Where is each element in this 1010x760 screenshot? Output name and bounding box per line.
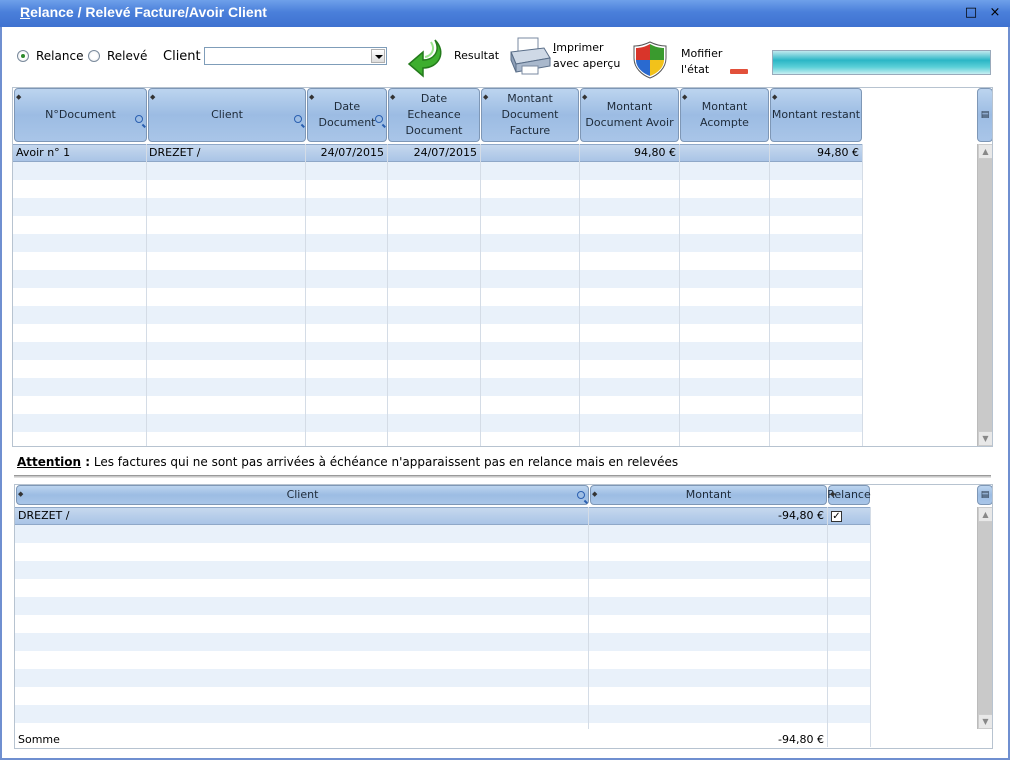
empty-row [15,669,871,687]
relance-radio-label: Relance [36,49,84,63]
table-row[interactable]: Avoir n° 1 DREZET / 24/07/2015 24/07/201… [13,144,863,162]
imprimer-button[interactable]: Imprimer [553,41,604,54]
empty-row [13,162,863,180]
search-icon[interactable] [375,115,383,123]
column-header-client[interactable]: ◆ Client [148,88,306,142]
column-header-restant[interactable]: ◆ Montant restant [770,88,862,142]
column-header-facture[interactable]: ◆ Montant Document Facture [481,88,579,142]
title-bar: Relance / Relevé Facture/Avoir Client □ … [0,0,1010,27]
column-header-avoir[interactable]: ◆ Montant Document Avoir [580,88,679,142]
sum-label: Somme [18,733,60,746]
cell-summary-client: DREZET / [18,509,70,522]
imprimer-line2[interactable]: avec aperçu [553,57,620,70]
attention-colon: : [81,455,91,469]
separator [14,475,991,478]
cell-restant: 94,80 € [817,146,859,159]
column-divider [579,144,580,446]
column-divider [862,144,863,446]
summary-table: ◆ Client ◆ Montant ◆ Relance ▤ DREZET / -94… [14,484,993,749]
relance-radio[interactable] [17,50,29,62]
vertical-scrollbar[interactable]: ▲ ▼ [977,144,992,446]
modifier-line2[interactable]: l'état [681,63,709,76]
empty-row [15,525,871,543]
column-divider [480,144,481,446]
cell-relance: ✓ [828,509,870,525]
column-header-echeance[interactable]: ◆ Date Echeance Document [388,88,480,142]
cell-montant: -94,80 € [778,509,824,522]
shield-icon[interactable] [632,40,668,80]
maximize-button[interactable]: □ [963,5,979,21]
progress-bar [772,50,991,75]
empty-row [13,198,863,216]
releve-radio[interactable] [88,50,100,62]
empty-row [15,633,871,651]
column-divider [305,144,306,446]
resultat-button[interactable]: Resultat [454,49,499,62]
scroll-up-icon[interactable]: ▲ [978,507,992,522]
column-divider [588,507,589,729]
cell-date: 24/07/2015 [320,146,384,159]
empty-row [13,234,863,252]
column-divider [769,144,770,446]
scroll-up-icon[interactable]: ▲ [978,144,992,159]
documents-table: ◆ N°Document ◆ Client ◆ Date Document ◆ Date… [12,87,993,447]
cell-facture [481,146,579,162]
column-divider [387,144,388,446]
table-row[interactable]: DREZET / -94,80 € ✓ [15,507,871,525]
attention-heading: Attention [17,455,82,469]
vertical-scrollbar[interactable]: ▲ ▼ [977,507,992,729]
column-header-relance[interactable]: ◆ Relance [827,485,871,505]
column-header-numero[interactable]: ◆ N°Document [14,88,147,142]
releve-radio-label: Relevé [107,49,148,63]
scroll-down-icon[interactable]: ▼ [978,714,992,729]
scroll-down-icon[interactable]: ▼ [978,431,992,446]
column-picker-icon[interactable]: ▤ [977,88,992,142]
search-icon[interactable] [294,115,302,123]
empty-row [15,561,871,579]
printer-icon[interactable] [508,36,552,78]
relance-checkbox[interactable]: ✓ [831,511,842,522]
empty-row [15,597,871,615]
empty-row [13,342,863,360]
column-header-acompte[interactable]: ◆ Montant Acompte [680,88,769,142]
attention-text: Les factures qui ne sont pas arrivées à … [90,455,679,469]
cell-avoir: 94,80 € [634,146,676,159]
imprimer-line1: mprimer [556,41,604,54]
sum-total: -94,80 € [778,733,824,746]
empty-row [13,306,863,324]
cell-echeance: 24/07/2015 [413,146,477,159]
empty-row [15,705,871,723]
column-divider [870,507,871,747]
cell-client: DREZET / [149,146,201,159]
cell-numero: Avoir n° 1 [16,146,71,159]
column-divider [146,144,147,446]
minus-icon [730,69,748,74]
empty-row [13,378,863,396]
green-arrow-icon[interactable] [403,34,445,78]
empty-row [13,414,863,432]
client-combobox[interactable] [204,47,387,65]
modifier-line1[interactable]: Mofifier [681,47,722,60]
column-divider [827,507,828,747]
cell-acompte [680,146,769,162]
search-icon[interactable] [135,115,143,123]
column-picker-icon[interactable]: ▤ [977,485,992,505]
chevron-down-icon[interactable] [371,49,385,63]
window-title: Relance / Relevé Facture/Avoir Client [20,4,267,20]
close-button[interactable]: × [987,5,1003,21]
empty-row [13,270,863,288]
column-header-summary-client[interactable]: ◆ Client [16,485,589,505]
column-header-montant[interactable]: ◆ Montant [590,485,827,505]
attention-notice: Attention : Les factures qui ne sont pas… [17,455,678,469]
column-divider [679,144,680,446]
column-header-date[interactable]: ◆ Date Document [307,88,387,142]
client-label: Client [163,49,201,64]
search-icon[interactable] [577,491,585,499]
